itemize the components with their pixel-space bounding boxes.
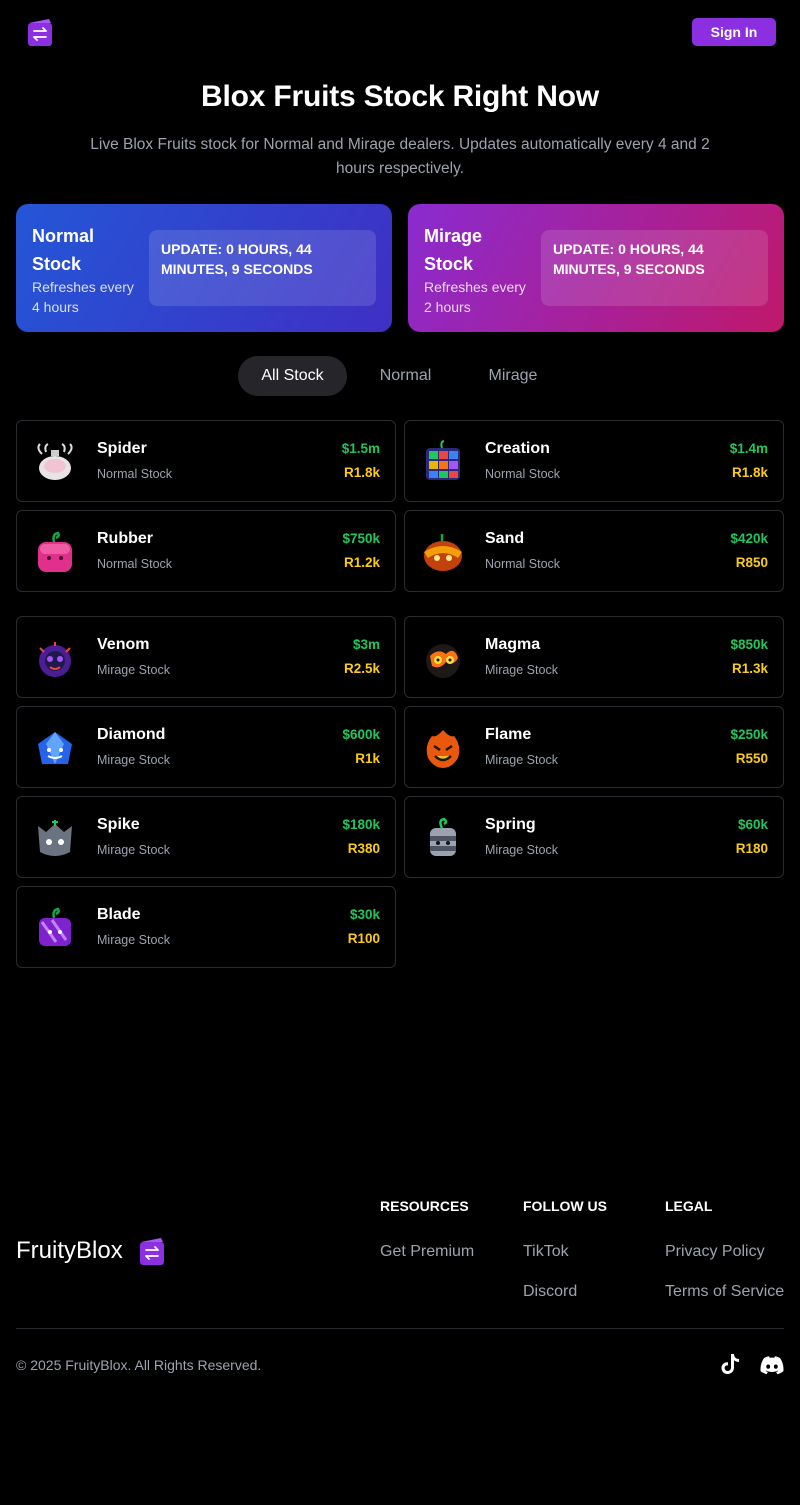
creation-fruit-icon: [426, 440, 460, 480]
fruit-name: Spike: [97, 816, 140, 833]
fruit-card[interactable]: Flame Mirage Stock $250k R550: [404, 706, 784, 788]
fruit-stock-type: Mirage Stock: [485, 753, 558, 767]
fruit-name: Venom: [97, 636, 150, 653]
fruit-card[interactable]: Spring Mirage Stock $60k R180: [404, 796, 784, 878]
rubber-fruit-icon: [38, 531, 72, 572]
tab-all-stock[interactable]: All Stock: [238, 356, 347, 396]
update-countdown: Update: 0 hours, 44 minutes, 9 seconds: [149, 230, 376, 306]
fruit-name: Creation: [485, 440, 550, 457]
fruit-card[interactable]: Diamond Mirage Stock $600k R1k: [16, 706, 396, 788]
fruit-name: Spring: [485, 816, 536, 833]
fruit-robux-price: R550: [735, 751, 768, 766]
fruit-robux-price: R1.2k: [343, 555, 380, 570]
fruit-name: Spider: [97, 440, 147, 457]
footer-link-terms[interactable]: Terms of Service: [665, 1283, 784, 1301]
fruit-stock-type: Mirage Stock: [97, 663, 170, 677]
fruit-card[interactable]: Venom Mirage Stock $3m R2.5k: [16, 616, 396, 698]
fruit-robux-price: R1.8k: [343, 465, 380, 480]
blade-fruit-icon: [39, 907, 71, 946]
diamond-fruit-icon: [38, 732, 72, 764]
stock-refresh-text: Refreshes every 4 hours: [32, 279, 134, 315]
fruit-card[interactable]: Spike Mirage Stock $180k R380: [16, 796, 396, 878]
fruit-robux-price: R1k: [355, 751, 380, 766]
fruit-stock-type: Normal Stock: [97, 467, 173, 481]
fruit-robux-price: R1.3k: [731, 661, 768, 676]
fruit-price: $600k: [342, 727, 380, 742]
fruit-stock-type: Mirage Stock: [97, 933, 170, 947]
footer-heading-follow: FOLLOW US: [523, 1198, 607, 1214]
page-title: Blox Fruits Stock Right Now: [201, 80, 599, 113]
fruit-price: $250k: [730, 727, 768, 742]
swap-icon[interactable]: [27, 17, 53, 47]
sign-in-button[interactable]: Sign In: [692, 18, 776, 46]
fruit-stock-type: Mirage Stock: [485, 843, 558, 857]
footer-link-privacy[interactable]: Privacy Policy: [665, 1243, 765, 1261]
fruit-robux-price: R850: [735, 555, 768, 570]
flame-fruit-icon: [426, 730, 460, 768]
spring-fruit-icon: [430, 817, 456, 856]
fruit-card[interactable]: Sand Normal Stock $420k R850: [404, 510, 784, 592]
footer-link-get-premium[interactable]: Get Premium: [380, 1243, 474, 1261]
fruit-robux-price: R100: [347, 931, 380, 946]
fruit-card[interactable]: Rubber Normal Stock $750k R1.2k: [16, 510, 396, 592]
fruit-price: $60k: [737, 817, 768, 832]
sand-fruit-icon: [424, 534, 462, 571]
fruit-price: $750k: [342, 531, 380, 546]
fruit-price: $180k: [342, 817, 380, 832]
fruit-robux-price: R180: [735, 841, 768, 856]
footer-heading-legal: LEGAL: [665, 1198, 713, 1214]
fruit-name: Sand: [485, 530, 525, 547]
spider-fruit-icon: [37, 443, 73, 480]
fruit-price: $1.4m: [729, 441, 768, 456]
copyright: © 2025 FruityBlox. All Rights Reserved.: [16, 1357, 262, 1373]
fruit-price: $1.5m: [341, 441, 380, 456]
fruit-stock-type: Mirage Stock: [97, 753, 170, 767]
fruit-robux-price: R1.8k: [731, 465, 768, 480]
venom-fruit-icon: [39, 642, 71, 677]
footer-link-tiktok[interactable]: TikTok: [523, 1243, 569, 1261]
update-countdown: Update: 0 hours, 44 minutes, 9 seconds: [541, 230, 768, 306]
fruit-robux-price: R2.5k: [343, 661, 380, 676]
fruit-price: $30k: [349, 907, 380, 922]
tab-mirage[interactable]: Mirage: [466, 356, 560, 396]
swap-icon: [140, 1238, 164, 1265]
footer-brand: FruityBlox: [16, 1237, 123, 1264]
fruit-card[interactable]: Blade Mirage Stock $30k R100: [16, 886, 396, 968]
normal-stock-card: Normal Stock Refreshes every 4 hours Upd…: [16, 204, 392, 332]
footer-heading-resources: RESOURCES: [380, 1198, 469, 1214]
fruit-robux-price: R380: [347, 841, 380, 856]
fruit-stock-type: Normal Stock: [485, 557, 561, 571]
fruit-price: $3m: [352, 637, 380, 652]
stock-name: Normal Stock: [32, 226, 95, 274]
fruit-name: Magma: [485, 636, 541, 653]
fruit-stock-type: Normal Stock: [485, 467, 561, 481]
mirage-stock-card: Mirage Stock Refreshes every 2 hours Upd…: [408, 204, 784, 332]
fruit-stock-type: Mirage Stock: [485, 663, 558, 677]
fruit-name: Flame: [485, 726, 532, 743]
tab-normal[interactable]: Normal: [358, 356, 453, 396]
fruit-card[interactable]: Creation Normal Stock $1.4m R1.8k: [404, 420, 784, 502]
footer-link-discord[interactable]: Discord: [523, 1283, 577, 1301]
footer-divider: [16, 1328, 784, 1329]
spike-fruit-icon: [38, 820, 72, 856]
page-subtitle: Live Blox Fruits stock for Normal and Mi…: [90, 136, 710, 177]
stock-refresh-text: Refreshes every 2 hours: [424, 279, 526, 315]
discord-icon[interactable]: [760, 1355, 784, 1375]
tiktok-icon[interactable]: [720, 1353, 740, 1375]
fruit-stock-type: Normal Stock: [97, 557, 173, 571]
fruit-card[interactable]: Magma Mirage Stock $850k R1.3k: [404, 616, 784, 698]
fruit-name: Blade: [97, 906, 141, 923]
fruit-price: $420k: [730, 531, 768, 546]
fruit-stock-type: Mirage Stock: [97, 843, 170, 857]
fruit-name: Diamond: [97, 726, 166, 743]
stock-name: Mirage Stock: [424, 226, 483, 274]
magma-fruit-icon: [426, 644, 460, 678]
fruit-name: Rubber: [97, 530, 153, 547]
fruit-card[interactable]: Spider Normal Stock $1.5m R1.8k: [16, 420, 396, 502]
fruit-price: $850k: [730, 637, 768, 652]
